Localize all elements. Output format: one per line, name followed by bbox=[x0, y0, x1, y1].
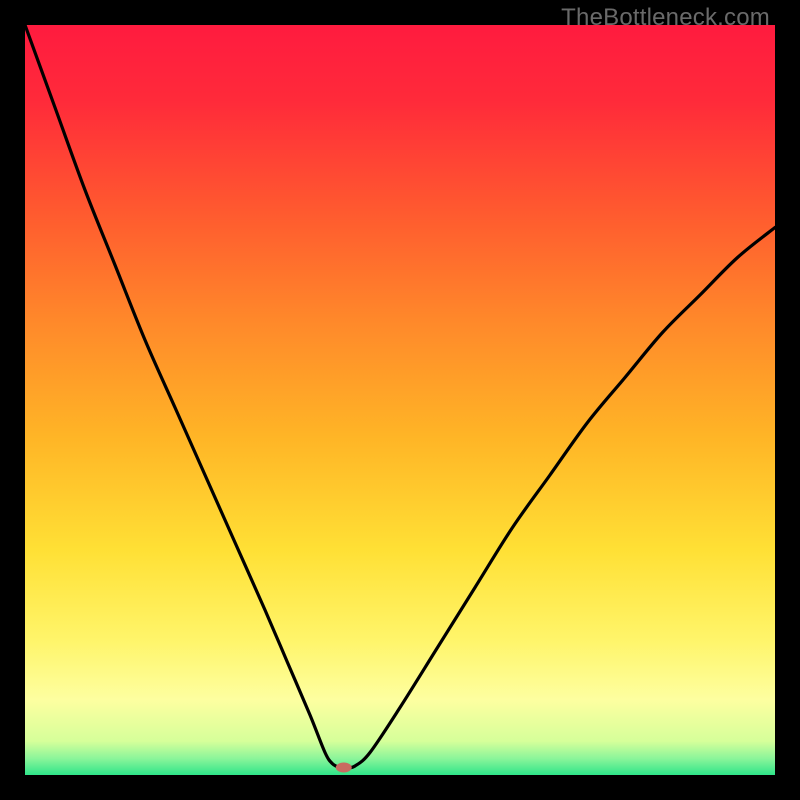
minimum-marker bbox=[336, 763, 352, 773]
chart-frame bbox=[25, 25, 775, 775]
gradient-background bbox=[25, 25, 775, 775]
bottleneck-chart bbox=[25, 25, 775, 775]
